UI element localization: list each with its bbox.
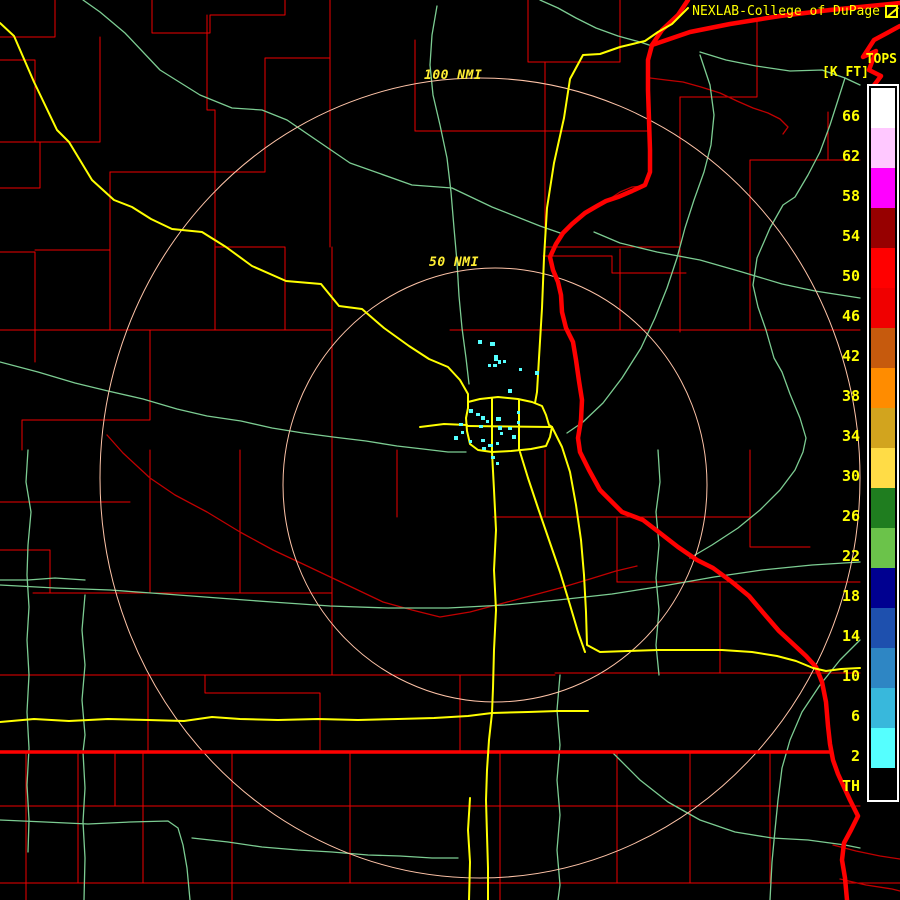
colorbar-segment [871,448,895,488]
colorbar-tick-label: 62 [842,147,860,165]
echo-cell [490,342,495,346]
echo-cell [508,389,512,393]
echo-cell [476,413,480,416]
echo-cell [508,427,512,430]
colorbar-segment [871,328,895,368]
colorbar-tick-label: 66 [842,107,860,125]
colorbar-segment [871,408,895,448]
colorbar-segment [871,728,895,768]
echo-cell [469,440,472,443]
colorbar-tick-label: 2 [851,747,860,765]
colorbar-segment [871,128,895,168]
colorbar-segment [871,248,895,288]
colorbar-tick-label: 58 [842,187,860,205]
echo-cell [496,417,501,421]
colorbar-title: TOPS [865,52,897,67]
echo-cell [479,425,483,428]
echo-cell [496,442,499,445]
range-ring-100-label: 100 NMI [424,68,483,83]
colorbar-tick-label: 6 [851,707,860,725]
colorbar-segment [871,608,895,648]
echo-cell [481,416,485,420]
colorbar-segment [871,528,895,568]
colorbar-tick-label: 18 [842,587,860,605]
echo-cell [459,423,463,426]
colorbar-tick-label: 10 [842,667,860,685]
echo-cell [469,409,473,413]
echo-cell [517,411,520,414]
radar-map: 66625854504642383430262218141062TH [0,0,900,900]
colorbar-segment [871,568,895,608]
echo-cell [482,447,486,450]
colorbar-tick-label: 38 [842,387,860,405]
echo-cell [498,426,502,430]
colorbar-segment [871,488,895,528]
brand-text: NEXLAB-College of DuPage [692,4,880,19]
colorbar-tick-label: 26 [842,507,860,525]
colorbar-segment [871,208,895,248]
colorbar-tick-label: 46 [842,307,860,325]
echo-cell [488,364,491,367]
colorbar-segment [871,288,895,328]
colorbar-segment [871,688,895,728]
colorbar-segment [871,368,895,408]
echo-cell [481,439,485,442]
echo-cell [498,360,501,364]
echo-cell [535,371,539,375]
colorbar-tick-label: 22 [842,547,860,565]
radar-screen: 66 62 58 54 50 46 42 38 34 30 26 22 18 14 10 6 2 TH 100 N… [0,0,900,900]
echo-cell [500,432,503,435]
echo-cell [494,355,498,361]
echo-cell [486,420,489,423]
colorbar-segment [871,88,895,128]
cod-logo-icon [885,5,898,18]
echo-cell [454,436,458,440]
colorbar-tick-label: 14 [842,627,860,645]
echo-cell [517,421,520,424]
colorbar-tick-label: 34 [842,427,860,445]
range-ring-50-label: 50 NMI [429,255,479,270]
echo-cell [488,444,493,447]
colorbar-segment [871,648,895,688]
echo-cell [519,368,522,371]
colorbar-tick-label: 42 [842,347,860,365]
echo-cell [491,456,495,459]
echo-cell [496,462,499,465]
map-background [0,0,900,900]
colorbar-units: [K FT] [822,65,869,80]
colorbar-tick-label: 30 [842,467,860,485]
colorbar-th-label: TH [842,777,860,795]
echo-cell [461,431,464,434]
echo-cell [503,360,506,363]
echo-cell [512,435,516,439]
echo-cell [478,340,482,344]
echo-cell [493,364,497,367]
brand-bar: NEXLAB-College of DuPage [692,4,898,19]
colorbar-tick-label: 54 [842,227,860,245]
colorbar-segment [871,168,895,208]
colorbar-tick-label: 50 [842,267,860,285]
